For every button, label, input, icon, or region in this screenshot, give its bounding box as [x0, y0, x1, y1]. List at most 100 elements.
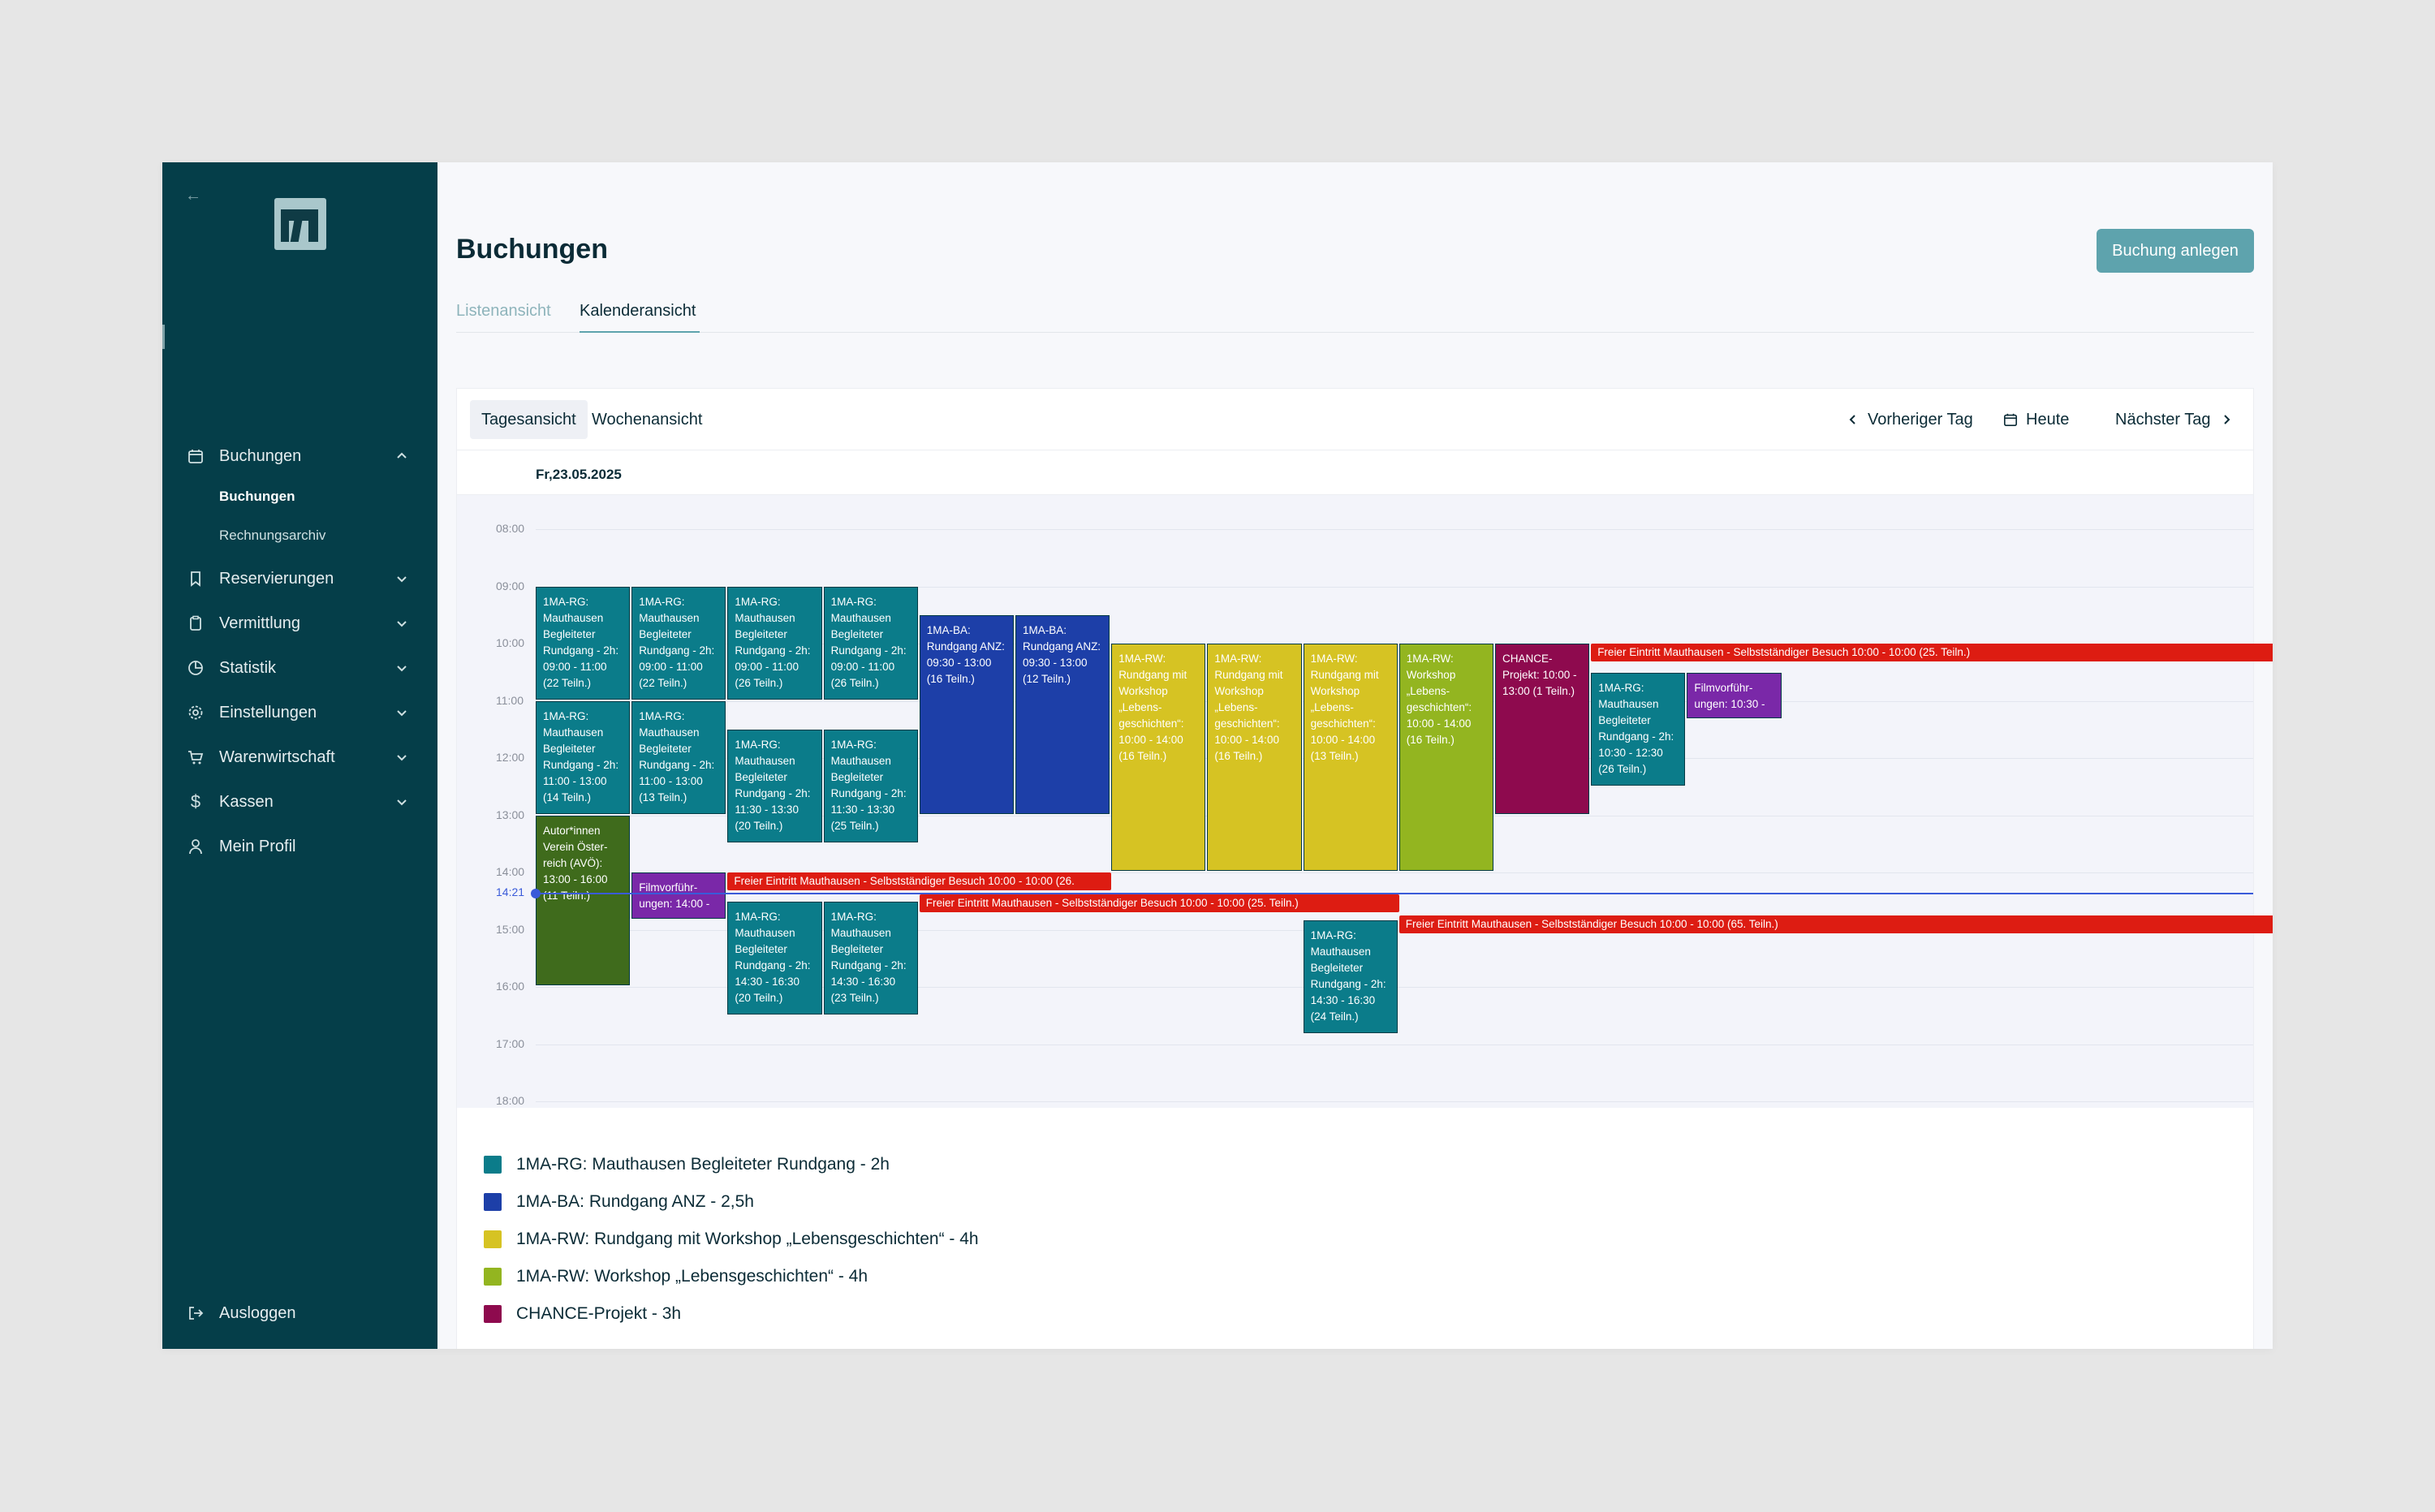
active-indicator [162, 325, 165, 349]
legend-swatch [484, 1230, 502, 1248]
current-time-label: 14:21 [496, 885, 525, 898]
hour-label: 09:00 [496, 579, 525, 592]
legend-label: 1MA-BA: Rundgang ANZ - 2,5h [516, 1192, 754, 1211]
hour-label: 13:00 [496, 808, 525, 821]
create-booking-button[interactable]: Buchung anlegen [2097, 229, 2254, 273]
sidebar-subitem-rechnungsarchiv[interactable]: Rechnungsarchiv [219, 528, 325, 544]
hour-label: 12:00 [496, 751, 525, 765]
calendar-event[interactable]: 1MA-RW: Rundgang mit Workshop „Lebens-ge… [1111, 644, 1206, 872]
calendar-event[interactable]: 1MA-RG: Mauthausen Begleiteter Rundgang … [631, 700, 726, 814]
calendar-event[interactable]: 1MA-RG: Mauthausen Begleiteter Rundgang … [1303, 920, 1398, 1033]
sidebar-subitem-buchungen[interactable]: Buchungen [219, 489, 295, 505]
calendar-icon [187, 447, 205, 465]
calendar-event[interactable]: Autor*innen Verein Öster-reich (AVÖ): 13… [536, 815, 631, 986]
tab-listenansicht[interactable]: Listenansicht [456, 302, 551, 321]
sidebar-item-mein-profil[interactable]: Mein Profil [187, 832, 418, 861]
calendar-event[interactable]: 1MA-RG: Mauthausen Begleiteter Rundgang … [727, 901, 822, 1014]
sidebar-item-kassen[interactable]: $ Kassen [187, 787, 418, 816]
calendar-event[interactable]: 1MA-RW: Rundgang mit Workshop „Lebens-ge… [1207, 644, 1302, 872]
hour-label: 16:00 [496, 980, 525, 993]
pie-chart-icon [187, 659, 205, 677]
bookmark-icon [187, 570, 205, 588]
chevron-down-icon [397, 621, 407, 627]
next-day-button[interactable]: Nächster Tag [2115, 400, 2233, 439]
cart-icon [187, 748, 205, 766]
active-tab-underline [580, 331, 700, 333]
sidebar-item-label: Warenwirtschaft [219, 747, 335, 766]
chevron-down-icon [397, 755, 407, 761]
day-view-button[interactable]: Tagesansicht [470, 400, 588, 439]
sidebar-item-label: Vermittlung [219, 614, 301, 632]
calendar-event[interactable]: 1MA-BA: Rundgang ANZ: 09:30 - 13:00 (16 … [919, 615, 1014, 814]
calendar-event[interactable]: 1MA-RG: Mauthausen Begleiteter Rundgang … [536, 586, 631, 700]
legend-item: CHANCE-Projekt - 3h [484, 1302, 681, 1326]
today-button[interactable]: Heute [2003, 400, 2069, 439]
calendar-event[interactable]: 1MA-RG: Mauthausen Begleiteter Rundgang … [727, 730, 822, 843]
free-entry-event[interactable]: Freier Eintritt Mauthausen - Selbstständ… [727, 872, 1112, 891]
legend-item: 1MA-RG: Mauthausen Begleiteter Rundgang … [484, 1152, 890, 1177]
collapse-sidebar-icon[interactable]: ← [185, 187, 201, 205]
day-grid: 08:00 09:00 10:00 11:00 12:00 13:00 14:00 15:00… [457, 495, 2273, 1108]
chevron-right-icon [2224, 415, 2230, 424]
tab-kalenderansicht[interactable]: Kalenderansicht [580, 302, 696, 321]
logout-button[interactable]: Ausloggen [187, 1299, 418, 1328]
main-content: Buchungen Buchung anlegen Listenansicht … [437, 162, 2273, 1349]
sidebar-item-buchungen[interactable]: Buchungen [187, 442, 418, 471]
sidebar-item-label: Statistik [219, 658, 277, 677]
calendar-event[interactable]: Filmvorführ-ungen: 10:30 - [1687, 672, 1782, 719]
previous-day-button[interactable]: Vorheriger Tag [1847, 400, 1973, 439]
chevron-up-icon [397, 452, 407, 459]
free-entry-event[interactable]: Freier Eintritt Mauthausen - Selbstständ… [1591, 644, 2273, 662]
sidebar-item-statistik[interactable]: Statistik [187, 653, 418, 683]
chevron-left-icon [1849, 415, 1855, 424]
hour-label: 08:00 [496, 522, 525, 536]
hour-label: 10:00 [496, 636, 525, 650]
calendar-event[interactable]: 1MA-BA: Rundgang ANZ: 09:30 - 13:00 (12 … [1015, 615, 1110, 814]
previous-day-label: Vorheriger Tag [1868, 410, 1973, 429]
sidebar-item-reservierungen[interactable]: Reservierungen [187, 564, 418, 593]
calendar-event[interactable]: 1MA-RG: Mauthausen Begleiteter Rundgang … [823, 901, 918, 1014]
calendar-event[interactable]: 1MA-RG: Mauthausen Begleiteter Rundgang … [1591, 672, 1686, 786]
app-window: ← Buchungen Buchungen Rechnungsarchiv Re… [162, 162, 2273, 1349]
sidebar-item-label: Kassen [219, 792, 274, 811]
legend-item: 1MA-RW: Workshop „Lebensgeschichten“ - 4… [484, 1264, 868, 1289]
legend-swatch [484, 1268, 502, 1286]
sidebar-item-einstellungen[interactable]: Einstellungen [187, 698, 418, 727]
free-entry-event[interactable]: Freier Eintritt Mauthausen - Selbstständ… [1399, 915, 2273, 934]
week-view-button[interactable]: Wochenansicht [580, 400, 713, 439]
dollar-icon: $ [190, 791, 201, 812]
legend-label: 1MA-RW: Rundgang mit Workshop „Lebensges… [516, 1230, 979, 1248]
hour-label: 14:00 [496, 865, 525, 879]
calendar-event[interactable]: 1MA-RG: Mauthausen Begleiteter Rundgang … [823, 730, 918, 843]
legend-swatch [484, 1193, 502, 1211]
logo [274, 198, 326, 250]
date-label: Fr,23.05.2025 [536, 467, 622, 482]
legend-swatch [484, 1156, 502, 1174]
legend-item: 1MA-RW: Rundgang mit Workshop „Lebensges… [484, 1227, 979, 1251]
calendar-event[interactable]: 1MA-RG: Mauthausen Begleiteter Rundgang … [631, 586, 726, 700]
sidebar-item-label: Einstellungen [219, 703, 317, 722]
calendar-icon [2003, 413, 2018, 427]
calendar-card: Tagesansicht Wochenansicht Vorheriger Ta… [456, 388, 2273, 1349]
calendar-event[interactable]: 1MA-RW: Workshop „Lebens-geschichten“: 1… [1399, 644, 1493, 872]
hour-line [536, 529, 2253, 531]
legend-label: 1MA-RG: Mauthausen Begleiteter Rundgang … [516, 1155, 890, 1174]
chevron-down-icon [397, 710, 407, 717]
current-time-line [536, 892, 2253, 894]
calendar-event[interactable]: Filmvorführ-ungen: 14:00 - [631, 872, 726, 919]
calendar-event[interactable]: 1MA-RW: Rundgang mit Workshop „Lebens-ge… [1303, 644, 1398, 872]
calendar-event[interactable]: 1MA-RG: Mauthausen Begleiteter Rundgang … [727, 586, 822, 700]
calendar-event[interactable]: 1MA-RG: Mauthausen Begleiteter Rundgang … [823, 586, 918, 700]
hour-line [536, 1101, 2253, 1103]
calendar-event[interactable]: 1MA-RG: Mauthausen Begleiteter Rundgang … [536, 700, 631, 814]
sidebar-item-vermittlung[interactable]: Vermittlung [187, 609, 418, 638]
free-entry-event[interactable]: Freier Eintritt Mauthausen - Selbstständ… [919, 894, 1399, 913]
calendar-event[interactable]: CHANCE-Projekt: 10:00 - 13:00 (1 Teiln.) [1495, 644, 1590, 814]
sidebar-item-warenwirtschaft[interactable]: Warenwirtschaft [187, 743, 418, 772]
chevron-down-icon [397, 799, 407, 806]
gear-icon [187, 704, 205, 722]
user-icon [187, 838, 205, 855]
current-time-dot [531, 888, 541, 898]
legend-item: 1MA-BA: Rundgang ANZ - 2,5h [484, 1190, 754, 1214]
chevron-down-icon [397, 576, 407, 583]
